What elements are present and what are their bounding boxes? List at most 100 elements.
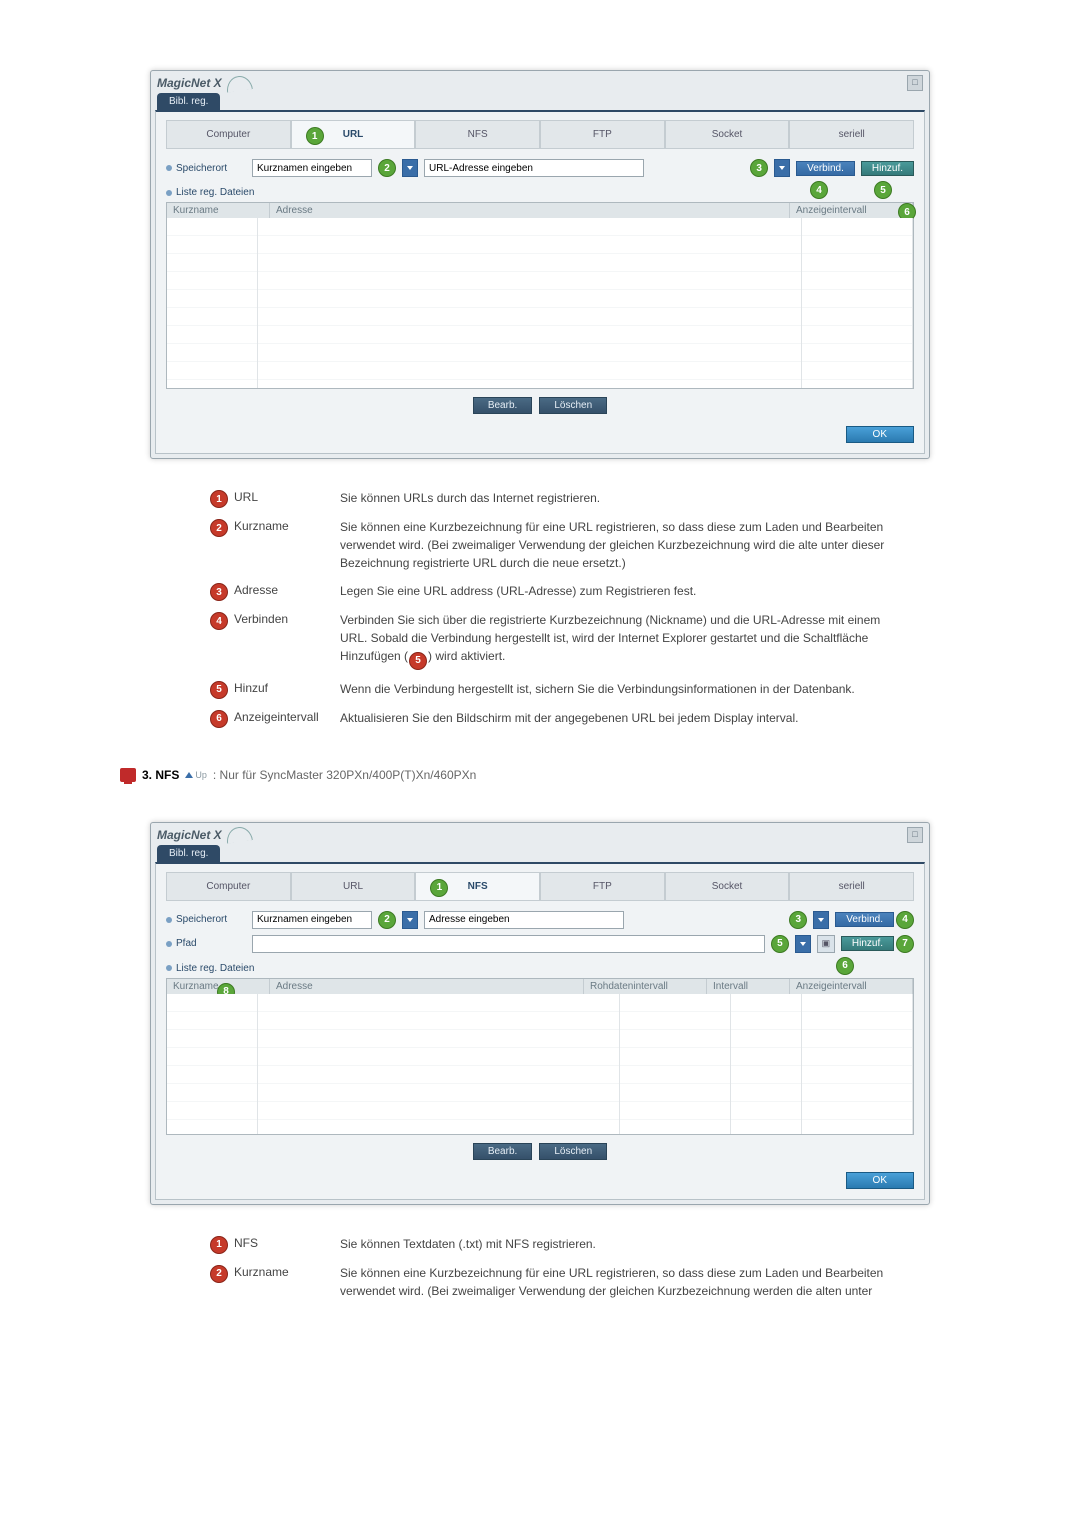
badge-3-icon: 3 [210,583,228,601]
desc-term: 4Verbinden [210,611,340,630]
desc-row: 6AnzeigeintervallAktualisieren Sie den B… [210,709,900,728]
liste-label: Liste reg. Dateien [166,187,914,198]
tab-nfs[interactable]: NFS [415,120,540,148]
col-anzeigeintervall[interactable]: Anzeigeintervall [790,979,913,994]
magicnet-window-nfs: MagicNet X □ Bibl. reg. Computer URL 1 N… [150,822,930,1205]
swoosh-icon [225,825,253,843]
hinzuf-button[interactable]: Hinzuf. [841,936,894,951]
desc-term: 1NFS [210,1235,340,1254]
adresse-dropdown[interactable] [774,159,790,177]
liste-label: Liste reg. Dateien [166,963,914,974]
tab-seriell[interactable]: seriell [789,120,914,148]
tab-ftp[interactable]: FTP [540,120,665,148]
desc-term: 5Hinzuf [210,680,340,699]
kurzname-input[interactable] [252,911,372,929]
col-kurzname[interactable]: Kurzname [167,203,270,218]
protocol-tabs: Computer URL 1 NFS FTP Socket seriell [166,872,914,901]
sub-tab-bar: Bibl. reg. [151,93,929,110]
desc-row: 3AdresseLegen Sie eine URL address (URL-… [210,582,900,601]
desc-row: 1URLSie können URLs durch das Internet r… [210,489,900,508]
nfs-description-list: 1NFSSie können Textdaten (.txt) mit NFS … [210,1235,900,1300]
up-link[interactable]: Up [185,770,207,780]
badge-6-icon: 6 [836,957,854,975]
col-adresse[interactable]: Adresse [270,203,790,218]
desc-row: 2KurznameSie können eine Kurzbezeichnung… [210,1264,900,1300]
col-rohdaten[interactable]: Rohdatenintervall [584,979,707,994]
col-kurzname[interactable]: Kurzname 8 [167,979,270,994]
monitor-icon [120,768,136,782]
grid-header: Kurzname Adresse Anzeigeintervall 6 [167,203,913,218]
kurzname-dropdown[interactable] [402,159,418,177]
pfad-dropdown[interactable] [795,935,811,953]
badge-1-icon: 1 [430,879,448,897]
swoosh-icon [225,74,253,92]
badge-5-icon: 5 [771,935,789,953]
tab-socket[interactable]: Socket [665,872,790,900]
desc-definition: Verbinden Sie sich über die registrierte… [340,611,900,670]
tab-computer[interactable]: Computer [166,120,291,148]
verbind-button[interactable]: Verbind. [796,161,855,176]
col-anzeigeintervall[interactable]: Anzeigeintervall 6 [790,203,913,218]
badge-2-icon: 2 [210,1265,228,1283]
desc-term: 3Adresse [210,582,340,601]
grid-body[interactable] [167,994,913,1134]
tab-seriell[interactable]: seriell [789,872,914,900]
speicherort-label: Speicherort [166,163,246,174]
badge-5-icon: 5 [210,681,228,699]
kurzname-input[interactable] [252,159,372,177]
badge-5-icon: 5 [874,181,892,199]
badge-2-icon: 2 [378,159,396,177]
desc-definition: Aktualisieren Sie den Bildschirm mit der… [340,709,900,727]
col-intervall[interactable]: Intervall [707,979,790,994]
desc-term: 1URL [210,489,340,508]
badge-1-icon: 1 [210,490,228,508]
subtab-bibl-reg[interactable]: Bibl. reg. [157,845,220,862]
badge-3-icon: 3 [750,159,768,177]
browse-icon[interactable]: ▣ [817,935,835,953]
nfs-models-note: : Nur für SyncMaster 320PXn/400P(T)Xn/46… [213,768,476,782]
adresse-input[interactable] [424,911,624,929]
desc-term: 2Kurzname [210,518,340,537]
tab-socket[interactable]: Socket [665,120,790,148]
desc-term: 6Anzeigeintervall [210,709,340,728]
col-adresse[interactable]: Adresse [270,979,584,994]
subtab-bibl-reg[interactable]: Bibl. reg. [157,93,220,110]
close-icon[interactable]: □ [907,75,923,91]
tab-url[interactable]: 1 URL [291,120,416,148]
badge-5-inline-icon: 5 [409,652,427,670]
loeschen-button[interactable]: Löschen [539,397,607,414]
badge-7-icon: 7 [896,935,914,953]
ok-button[interactable]: OK [846,1172,914,1189]
bearb-button[interactable]: Bearb. [473,397,532,414]
desc-definition: Sie können Textdaten (.txt) mit NFS regi… [340,1235,900,1253]
badge-2-icon: 2 [210,519,228,537]
pfad-input[interactable] [252,935,765,953]
protocol-tabs: Computer 1 URL NFS FTP Socket seriell [166,120,914,149]
ok-button[interactable]: OK [846,426,914,443]
nfs-section-heading: 3. NFS Up : Nur für SyncMaster 320PXn/40… [120,768,930,782]
titlebar: MagicNet X □ [151,71,929,93]
grid-body[interactable] [167,218,913,388]
kurzname-dropdown[interactable] [402,911,418,929]
titlebar: MagicNet X □ [151,823,929,845]
verbind-button[interactable]: Verbind. [835,912,894,927]
tab-nfs[interactable]: 1 NFS [415,872,540,900]
bearb-button[interactable]: Bearb. [473,1143,532,1160]
hinzuf-button[interactable]: Hinzuf. [861,161,914,176]
adresse-dropdown[interactable] [813,911,829,929]
desc-definition: Sie können eine Kurzbezeichnung für eine… [340,518,900,572]
tab-url[interactable]: URL [291,872,416,900]
desc-definition: Wenn die Verbindung hergestellt ist, sic… [340,680,900,698]
app-brand: MagicNet X [157,76,252,91]
tab-computer[interactable]: Computer [166,872,291,900]
desc-row: 2KurznameSie können eine Kurzbezeichnung… [210,518,900,572]
pfad-label: Pfad [166,938,246,949]
close-icon[interactable]: □ [907,827,923,843]
badge-6-icon: 6 [210,710,228,728]
tab-ftp[interactable]: FTP [540,872,665,900]
loeschen-button[interactable]: Löschen [539,1143,607,1160]
adresse-input[interactable] [424,159,644,177]
desc-term: 2Kurzname [210,1264,340,1283]
speicherort-row: Speicherort 2 3 Verbind. Hinzuf. [166,159,914,177]
file-list-grid: Kurzname Adresse Anzeigeintervall 6 [166,202,914,389]
